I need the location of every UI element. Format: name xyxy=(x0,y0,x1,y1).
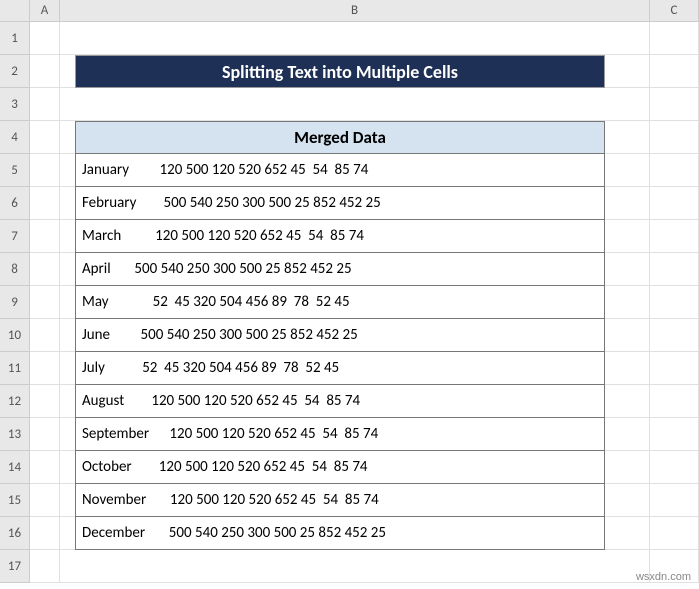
row-header-15[interactable]: 15 xyxy=(0,484,30,517)
table-row[interactable]: January 120 500 120 520 652 45 54 85 74 xyxy=(75,154,605,187)
table-row[interactable]: February 500 540 250 300 500 25 852 452 … xyxy=(75,187,605,220)
cell-C10[interactable] xyxy=(650,319,699,352)
table-row[interactable]: August 120 500 120 520 652 45 54 85 74 xyxy=(75,385,605,418)
table-row[interactable]: December 500 540 250 300 500 25 852 452 … xyxy=(75,517,605,550)
cell-A4[interactable] xyxy=(30,121,60,154)
cell-A5[interactable] xyxy=(30,154,60,187)
row-header-13[interactable]: 13 xyxy=(0,418,30,451)
table-row[interactable]: March 120 500 120 520 652 45 54 85 74 xyxy=(75,220,605,253)
row-header-12[interactable]: 12 xyxy=(0,385,30,418)
col-header-B[interactable]: B xyxy=(60,0,650,22)
table-row[interactable]: July 52 45 320 504 456 89 78 52 45 xyxy=(75,352,605,385)
cell-A1[interactable] xyxy=(30,22,60,55)
cell-C16[interactable] xyxy=(650,517,699,550)
table-row[interactable]: May 52 45 320 504 456 89 78 52 45 xyxy=(75,286,605,319)
row-header-6[interactable]: 6 xyxy=(0,187,30,220)
cell-C7[interactable] xyxy=(650,220,699,253)
table-row[interactable]: April 500 540 250 300 500 25 852 452 25 xyxy=(75,253,605,286)
cell-A13[interactable] xyxy=(30,418,60,451)
cell-A9[interactable] xyxy=(30,286,60,319)
cell-C9[interactable] xyxy=(650,286,699,319)
cell-A15[interactable] xyxy=(30,484,60,517)
row-header-16[interactable]: 16 xyxy=(0,517,30,550)
row-header-8[interactable]: 8 xyxy=(0,253,30,286)
cell-A3[interactable] xyxy=(30,88,60,121)
cell-C14[interactable] xyxy=(650,451,699,484)
cell-C11[interactable] xyxy=(650,352,699,385)
cell-C3[interactable] xyxy=(650,88,699,121)
cell-C5[interactable] xyxy=(650,154,699,187)
cell-A12[interactable] xyxy=(30,385,60,418)
table-row[interactable]: September 120 500 120 520 652 45 54 85 7… xyxy=(75,418,605,451)
row-header-9[interactable]: 9 xyxy=(0,286,30,319)
col-header-A[interactable]: A xyxy=(30,0,60,22)
row-header-2[interactable]: 2 xyxy=(0,55,30,88)
cell-C6[interactable] xyxy=(650,187,699,220)
watermark: wsxdn.com xyxy=(636,571,691,583)
row-header-17[interactable]: 17 xyxy=(0,550,30,583)
table-row[interactable]: June 500 540 250 300 500 25 852 452 25 xyxy=(75,319,605,352)
cell-C15[interactable] xyxy=(650,484,699,517)
cell-C1[interactable] xyxy=(650,22,699,55)
cell-C13[interactable] xyxy=(650,418,699,451)
cell-A7[interactable] xyxy=(30,220,60,253)
cell-B1[interactable] xyxy=(60,22,650,55)
table-header-merged-data: Merged Data xyxy=(75,121,605,154)
cell-C4[interactable] xyxy=(650,121,699,154)
row-header-11[interactable]: 11 xyxy=(0,352,30,385)
row-header-3[interactable]: 3 xyxy=(0,88,30,121)
cell-A14[interactable] xyxy=(30,451,60,484)
row-header-7[interactable]: 7 xyxy=(0,220,30,253)
cell-C12[interactable] xyxy=(650,385,699,418)
page-title: Splitting Text into Multiple Cells xyxy=(75,55,605,88)
row-header-1[interactable]: 1 xyxy=(0,22,30,55)
cell-C2[interactable] xyxy=(650,55,699,88)
cell-B17[interactable] xyxy=(60,550,650,583)
row-header-10[interactable]: 10 xyxy=(0,319,30,352)
table-row[interactable]: November 120 500 120 520 652 45 54 85 74 xyxy=(75,484,605,517)
row-header-4[interactable]: 4 xyxy=(0,121,30,154)
table-row[interactable]: October 120 500 120 520 652 45 54 85 74 xyxy=(75,451,605,484)
row-header-5[interactable]: 5 xyxy=(0,154,30,187)
cell-A11[interactable] xyxy=(30,352,60,385)
select-all-corner[interactable] xyxy=(0,0,30,22)
cell-A2[interactable] xyxy=(30,55,60,88)
row-header-14[interactable]: 14 xyxy=(0,451,30,484)
cell-A16[interactable] xyxy=(30,517,60,550)
cell-B3[interactable] xyxy=(60,88,650,121)
cell-A6[interactable] xyxy=(30,187,60,220)
cell-C8[interactable] xyxy=(650,253,699,286)
col-header-C[interactable]: C xyxy=(650,0,699,22)
cell-A8[interactable] xyxy=(30,253,60,286)
cell-A17[interactable] xyxy=(30,550,60,583)
cell-A10[interactable] xyxy=(30,319,60,352)
